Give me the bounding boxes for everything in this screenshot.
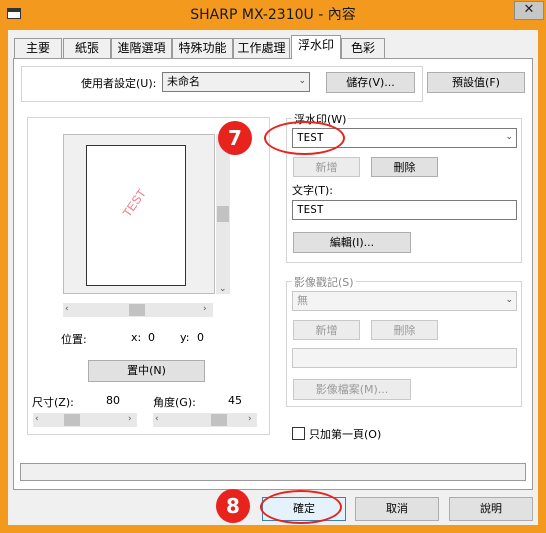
step-7-marker: 7: [218, 121, 252, 155]
watermark-text-input[interactable]: TEST: [292, 200, 517, 220]
tab-advanced[interactable]: 進階選項: [111, 38, 172, 58]
cancel-button[interactable]: 取消: [355, 497, 439, 521]
size-label: 尺寸(Z):: [32, 396, 74, 409]
tab-watermark[interactable]: 浮水印: [291, 35, 341, 59]
image-stamp-selected-value: 無: [297, 294, 308, 307]
angle-right-icon[interactable]: ›: [248, 414, 252, 424]
first-page-only-label: 只加第一頁(O): [309, 428, 382, 441]
size-slider-thumb[interactable]: [64, 414, 80, 426]
size-value: 80: [106, 394, 120, 407]
ok-highlight-ring: [260, 490, 342, 524]
scroll-down-icon[interactable]: ⌄: [219, 284, 227, 294]
watermark-edit-button[interactable]: 編輯(I)...: [293, 232, 411, 253]
watermark-text-label: 文字(T):: [292, 184, 334, 197]
watermark-preview-text: TEST: [119, 186, 149, 220]
size-right-icon[interactable]: ›: [128, 414, 132, 424]
user-settings-value: 未命名: [167, 75, 200, 88]
x-label: x:: [131, 331, 142, 344]
chevron-down-icon: ⌄: [505, 132, 513, 142]
y-label: y:: [180, 331, 190, 344]
horizontal-scrollbar-thumb[interactable]: [129, 304, 145, 316]
default-button[interactable]: 預設值(F): [427, 72, 525, 93]
save-button[interactable]: 儲存(V)...: [326, 72, 415, 93]
scroll-left-icon[interactable]: ‹: [65, 304, 69, 314]
tab-color[interactable]: 色彩: [341, 38, 385, 58]
window-title: SHARP MX-2310U - 內容: [190, 7, 356, 23]
watermark-highlight-ring: [264, 121, 345, 155]
tab-paper[interactable]: 紙張: [63, 38, 111, 58]
y-value: 0: [197, 331, 204, 344]
image-file-button[interactable]: 影像檔案(M)...: [293, 379, 411, 400]
close-icon: ✕: [523, 2, 535, 17]
close-button[interactable]: ✕: [514, 1, 544, 20]
tab-special[interactable]: 特殊功能: [172, 38, 233, 58]
image-stamp-add-button[interactable]: 新增: [293, 320, 360, 340]
position-label: 位置:: [61, 333, 87, 346]
x-value: 0: [148, 331, 155, 344]
user-settings-select[interactable]: 未命名 ⌄: [162, 72, 310, 92]
tab-main[interactable]: 主要: [14, 38, 62, 58]
image-stamp-delete-button[interactable]: 刪除: [371, 320, 438, 340]
chevron-down-icon: ⌄: [298, 76, 306, 86]
title-bar: SHARP MX-2310U - 內容 ✕: [0, 0, 546, 30]
user-settings-label: 使用者設定(U):: [81, 77, 157, 90]
angle-left-icon[interactable]: ‹: [155, 414, 159, 424]
page-preview: TEST: [86, 145, 186, 286]
watermark-delete-button[interactable]: 刪除: [371, 157, 438, 177]
center-button[interactable]: 置中(N): [88, 360, 205, 382]
vertical-scrollbar-thumb[interactable]: [217, 206, 229, 222]
size-slider[interactable]: [33, 413, 137, 427]
size-left-icon[interactable]: ‹: [35, 414, 39, 424]
image-stamp-group-label: 影像戳記(S): [292, 274, 356, 290]
first-page-only-checkbox[interactable]: [292, 427, 305, 440]
tab-job-handling[interactable]: 工作處理: [233, 38, 290, 58]
angle-value: 45: [228, 394, 242, 407]
step-8-marker: 8: [216, 489, 250, 523]
angle-label: 角度(G):: [153, 396, 196, 409]
angle-slider[interactable]: [153, 413, 257, 427]
image-stamp-path-input[interactable]: [292, 348, 517, 368]
scroll-right-icon[interactable]: ›: [203, 304, 207, 314]
image-stamp-select[interactable]: 無 ⌄: [292, 291, 517, 311]
help-button[interactable]: 說明: [449, 497, 533, 521]
watermark-add-button[interactable]: 新增: [293, 157, 360, 177]
angle-slider-thumb[interactable]: [211, 414, 227, 426]
chevron-down-icon: ⌄: [505, 295, 513, 305]
status-bar: [20, 463, 526, 481]
